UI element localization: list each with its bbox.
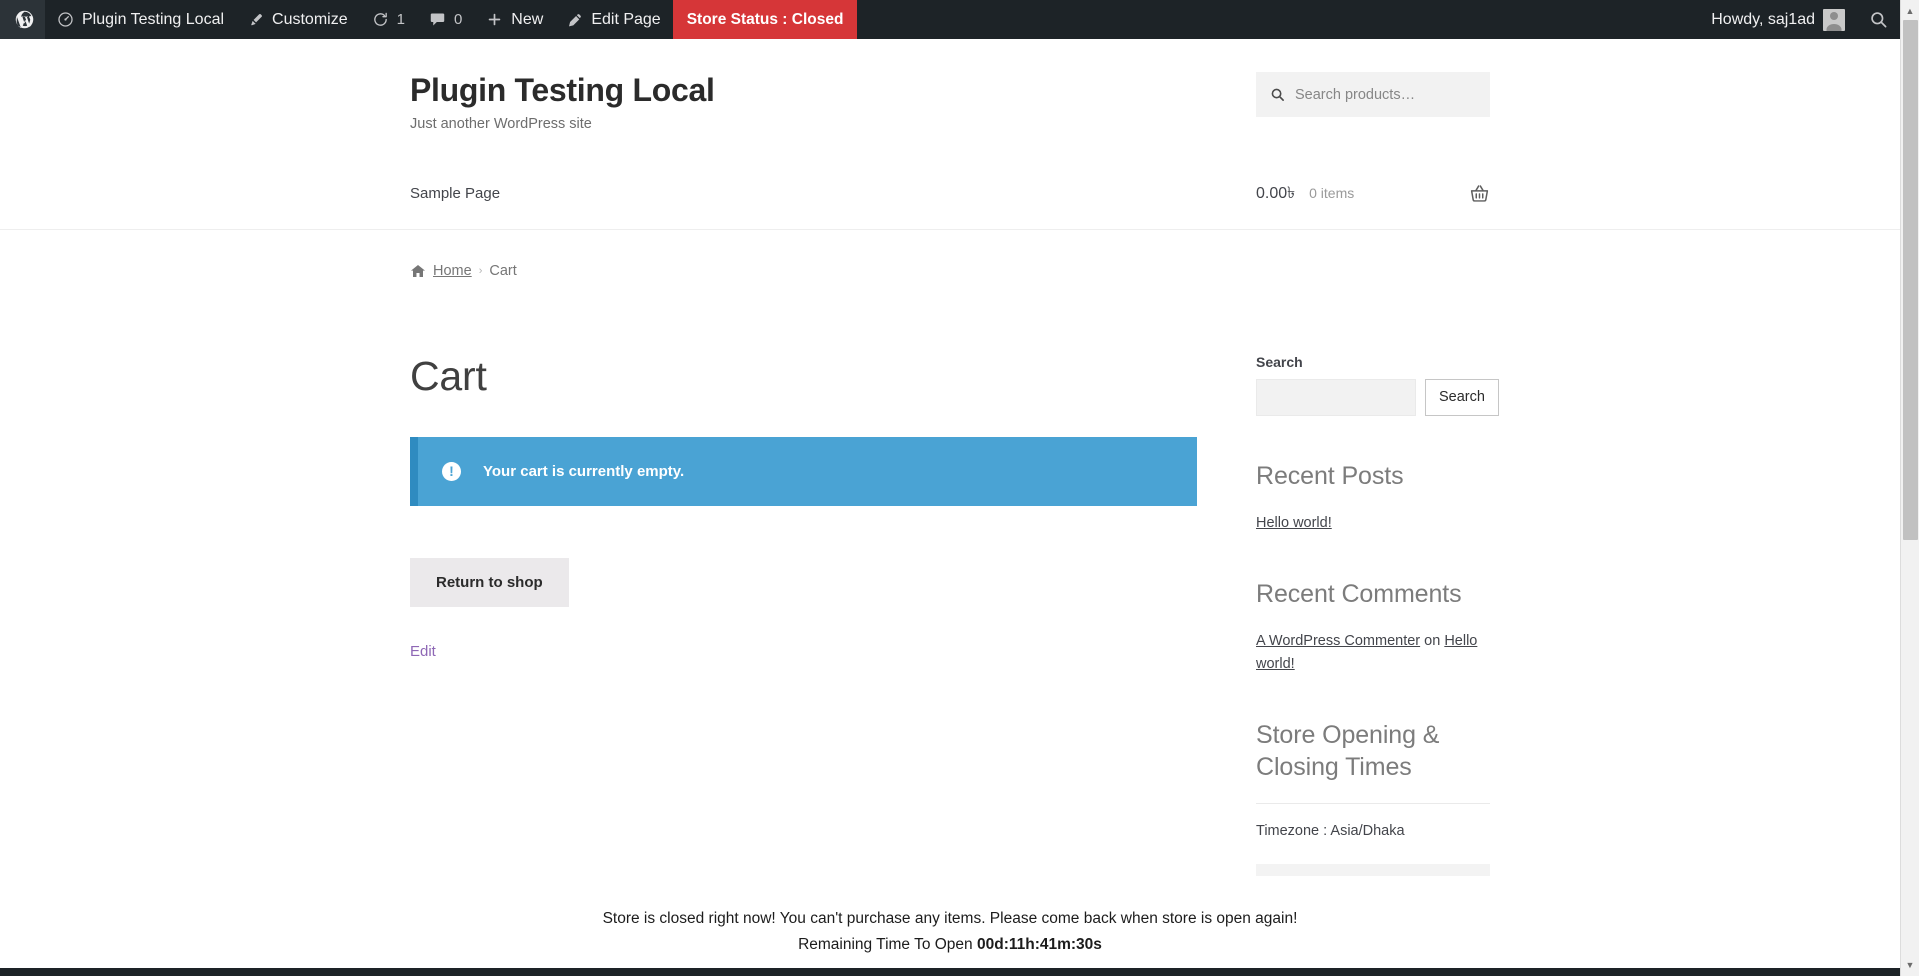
adminbar-customize[interactable]: Customize — [236, 0, 360, 39]
list-item: A WordPress Commenter on Hello world! — [1256, 630, 1490, 675]
page-scrollbar[interactable]: ▲ ▼ — [1900, 0, 1919, 976]
sidebar-search-button[interactable]: Search — [1425, 378, 1499, 416]
dashboard-icon — [57, 11, 74, 28]
plus-icon — [486, 11, 503, 28]
store-times-divider — [1256, 803, 1490, 805]
widget-store-times-title: Store Opening & Closing Times — [1256, 721, 1440, 782]
site-title[interactable]: Plugin Testing Local — [410, 72, 715, 109]
updates-icon — [372, 11, 389, 28]
scroll-up-arrow-icon[interactable]: ▲ — [1901, 2, 1919, 20]
adminbar-updates-count: 1 — [396, 11, 405, 28]
shopping-basket-icon[interactable] — [1469, 183, 1490, 204]
adminbar-new-label: New — [511, 11, 544, 28]
store-status-badge[interactable]: Store Status : Closed — [672, 0, 858, 39]
adminbar-new-content[interactable]: New — [474, 0, 555, 39]
bottom-strip — [0, 968, 1900, 976]
adminbar-my-account[interactable]: Howdy, saj1ad — [1699, 0, 1857, 39]
page-wrapper: Plugin Testing Local Just another WordPr… — [0, 39, 1900, 976]
home-icon — [410, 263, 426, 279]
user-avatar-icon — [1823, 8, 1845, 31]
empty-cart-notice-text: Your cart is currently empty. — [483, 462, 685, 480]
breadcrumb: Home › Cart — [410, 230, 1490, 279]
main-content: Cart ! Your cart is currently empty. Ret… — [410, 352, 1197, 920]
wp-admin-bar: Plugin Testing Local Customize 1 0 New E… — [0, 0, 1900, 39]
adminbar-site-name-label: Plugin Testing Local — [82, 11, 225, 28]
widget-recent-comments-title: Recent Comments — [1256, 580, 1462, 609]
comment-author-link[interactable]: A WordPress Commenter — [1256, 633, 1420, 649]
store-times-table-row — [1256, 864, 1490, 877]
adminbar-site-name[interactable]: Plugin Testing Local — [45, 0, 236, 39]
adminbar-comments-count: 0 — [453, 11, 463, 28]
recent-comments-list: A WordPress Commenter on Hello world! — [1256, 630, 1490, 675]
empty-cart-notice: ! Your cart is currently empty. — [410, 436, 1197, 506]
page-title: Cart — [410, 352, 487, 399]
widget-store-times: Store Opening & Closing Times Timezone :… — [1256, 719, 1490, 877]
adminbar-customize-label: Customize — [272, 11, 348, 28]
store-countdown-line: Remaining Time To Open 00d:11h:41m:30s — [0, 933, 1900, 958]
paintbrush-icon — [248, 12, 264, 28]
breadcrumb-separator: › — [478, 264, 483, 277]
countdown-label: Remaining Time To Open — [798, 936, 977, 954]
store-timezone: Timezone : Asia/Dhaka — [1256, 823, 1405, 840]
adminbar-updates[interactable]: 1 — [360, 0, 417, 39]
widget-search: Search Search — [1256, 353, 1499, 416]
widget-recent-posts-title: Recent Posts — [1256, 461, 1404, 490]
content-area: Cart ! Your cart is currently empty. Ret… — [410, 279, 1499, 920]
adminbar-search-toggle[interactable] — [1857, 0, 1900, 39]
sidebar: Search Search Recent Posts Hello world! — [1256, 353, 1499, 920]
site-description: Just another WordPress site — [410, 115, 592, 132]
site-branding: Plugin Testing Local Just another WordPr… — [410, 72, 715, 132]
info-exclamation-icon: ! — [442, 461, 461, 481]
scrollbar-thumb[interactable] — [1903, 20, 1918, 540]
recent-posts-list: Hello world! — [1256, 512, 1490, 534]
site-header: Plugin Testing Local Just another WordPr… — [0, 39, 1900, 230]
widget-search-title: Search — [1256, 353, 1303, 370]
edit-page-link[interactable]: Edit — [410, 643, 1197, 660]
adminbar-edit-page-label: Edit Page — [591, 11, 661, 28]
scroll-down-arrow-icon[interactable]: ▼ — [1901, 956, 1919, 974]
sidebar-search-input[interactable] — [1256, 378, 1416, 416]
widget-recent-comments: Recent Comments A WordPress Commenter on… — [1256, 578, 1490, 675]
recent-post-link[interactable]: Hello world! — [1256, 515, 1332, 531]
list-item: Hello world! — [1256, 512, 1490, 534]
pencil-icon — [567, 12, 583, 28]
sidebar-search-form: Search — [1256, 378, 1499, 416]
adminbar-howdy-label: Howdy, saj1ad — [1711, 11, 1815, 28]
return-to-shop-button[interactable]: Return to shop — [410, 557, 569, 607]
product-search-input[interactable] — [1295, 86, 1476, 103]
search-icon — [1869, 10, 1888, 29]
primary-navigation: Sample Page — [410, 185, 500, 202]
countdown-value: 00d:11h:41m:30s — [976, 936, 1102, 954]
comment-bubble-icon — [429, 11, 446, 28]
breadcrumb-home-link[interactable]: Home — [433, 263, 472, 279]
wordpress-logo-icon — [14, 9, 35, 30]
nav-item-sample-page[interactable]: Sample Page — [410, 185, 500, 202]
adminbar-edit-page[interactable]: Edit Page — [555, 0, 672, 39]
wp-logo-menu[interactable] — [0, 0, 45, 39]
breadcrumb-current: Cart — [489, 262, 517, 279]
header-cart[interactable]: 0.00৳ 0 items — [1256, 180, 1490, 207]
store-closed-message: Store is closed right now! You can't pur… — [602, 909, 1298, 927]
comment-on-text: on — [1420, 633, 1445, 650]
cart-total-amount: 0.00৳ — [1256, 184, 1296, 202]
widget-recent-posts: Recent Posts Hello world! — [1256, 460, 1490, 534]
cart-item-count: 0 items — [1309, 185, 1355, 202]
store-closed-banner: Store is closed right now! You can't pur… — [0, 898, 1900, 968]
product-search-form[interactable] — [1256, 72, 1490, 117]
adminbar-comments[interactable]: 0 — [417, 0, 474, 39]
search-icon — [1270, 87, 1285, 102]
